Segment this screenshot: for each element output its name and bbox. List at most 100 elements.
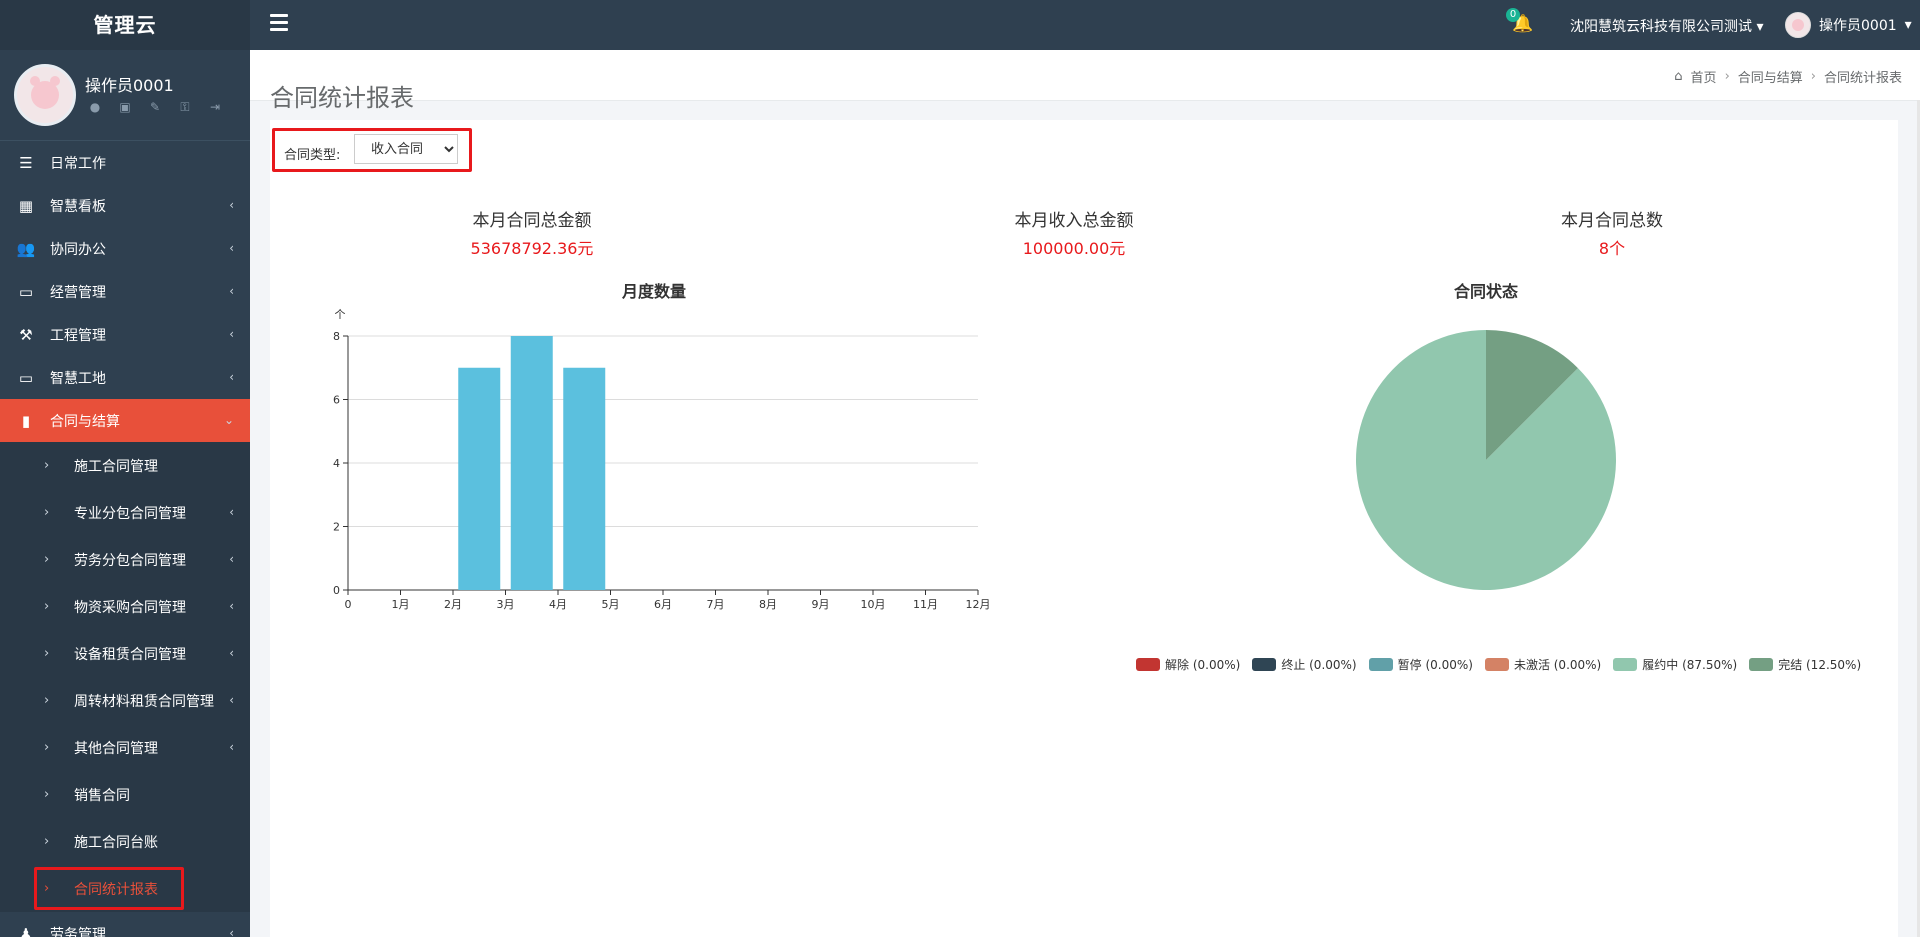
chevron-left-icon: ‹ [229, 646, 234, 660]
submenu-item[interactable]: › 专业分包合同管理 ‹ [0, 489, 250, 536]
menu-item-smart-site[interactable]: ▭ 智慧工地 ‹ [0, 356, 250, 399]
x-tick-label: 12月 [966, 598, 991, 610]
submenu-item[interactable]: › 劳务分包合同管理 ‹ [0, 536, 250, 583]
menu-item-contract-settlement[interactable]: ▮ 合同与结算 ⌄ [0, 399, 250, 442]
dashboard-icon: ▦ [18, 196, 34, 215]
menu-item-smart-dashboard[interactable]: ▦ 智慧看板 ‹ [0, 184, 250, 227]
file-icon: ▮ [21, 411, 31, 430]
chevron-left-icon: ‹ [229, 284, 234, 298]
chevron-right-icon: › [44, 787, 50, 802]
menu-item-label: 智慧看板 [50, 198, 106, 215]
bar [510, 336, 553, 590]
users-icon: 👥 [16, 239, 36, 258]
chevron-down-icon: ⌄ [223, 413, 234, 427]
menu-item-label: 经营管理 [50, 284, 106, 301]
legend-item[interactable]: 履约中 (87.50%) [1613, 656, 1737, 673]
x-tick-label: 1月 [392, 598, 410, 610]
legend-label: 暂停 (0.00%) [1397, 658, 1473, 672]
avatar[interactable] [14, 64, 76, 126]
hamburger-menu-icon[interactable] [270, 14, 288, 36]
chevron-right-icon: › [44, 552, 50, 567]
x-tick-label: 2月 [444, 598, 462, 610]
worker-icon: ♟ [19, 924, 33, 937]
chevron-left-icon: ‹ [229, 740, 234, 754]
breadcrumb-current: 合同统计报表 [1823, 71, 1902, 86]
stat-value: 53678792.36元 [470, 239, 594, 258]
submenu-item[interactable]: › 施工合同管理 [0, 442, 250, 489]
key-icon[interactable]: ⚿ [178, 100, 192, 115]
submenu-item[interactable]: › 施工合同台账 [0, 818, 250, 865]
submenu-item[interactable]: › 其他合同管理 ‹ [0, 724, 250, 771]
menu-item-label: 合同与结算 [50, 413, 120, 430]
gavel-icon: ⚒ [19, 325, 33, 344]
menu-item-label: 工程管理 [50, 327, 106, 344]
contract-submenu: › 施工合同管理 › 专业分包合同管理 ‹ › 劳务分包合同管理 ‹ › 物资采… [0, 442, 250, 912]
contract-type-select[interactable]: 收入合同 [354, 134, 458, 164]
stat-label: 本月合同总金额 [472, 211, 592, 231]
chevron-right-icon: › [44, 505, 50, 520]
x-tick-label: 9月 [812, 598, 830, 610]
stat-label: 本月合同总数 [1561, 211, 1663, 231]
legend-swatch [1252, 658, 1277, 671]
breadcrumb-section[interactable]: 合同与结算 [1738, 67, 1803, 86]
caret-down-icon: ▾ [1904, 17, 1912, 33]
legend-item[interactable]: 解除 (0.00%) [1136, 656, 1240, 673]
submenu-item[interactable]: › 物资采购合同管理 ‹ [0, 583, 250, 630]
legend-item[interactable]: 暂停 (0.00%) [1368, 656, 1473, 673]
chevron-right-icon: › [44, 599, 50, 614]
x-tick-label: 0 [345, 598, 352, 610]
legend-item[interactable]: 终止 (0.00%) [1252, 656, 1357, 673]
x-tick-label: 6月 [654, 598, 672, 610]
menu-item-collab-office[interactable]: 👥 协同办公 ‹ [0, 227, 250, 270]
breadcrumb-separator: › [1810, 69, 1816, 84]
legend-label: 解除 (0.00%) [1165, 658, 1241, 672]
submenu-item-current[interactable]: › 合同统计报表 [0, 865, 250, 912]
highlight-box [34, 867, 184, 910]
submenu-item-label: 施工合同台账 [74, 834, 158, 851]
home-icon: ⌂ [1674, 69, 1683, 84]
chevron-left-icon: ‹ [229, 926, 234, 937]
chevron-left-icon: ‹ [229, 370, 234, 384]
submenu-item-label: 施工合同管理 [74, 458, 158, 475]
y-tick-label: 4 [333, 457, 340, 470]
menu-item-daily-work[interactable]: ☰ 日常工作 [0, 141, 250, 184]
desktop-icon: ▭ [18, 368, 34, 387]
submenu-item[interactable]: › 设备租赁合同管理 ‹ [0, 630, 250, 677]
company-dropdown[interactable]: 沈阳慧筑云科技有限公司测试 ▾ [1570, 16, 1763, 36]
legend-label: 履约中 (87.50%) [1642, 658, 1738, 672]
stat-value: 100000.00元 [1022, 239, 1126, 258]
legend-label: 未激活 (0.00%) [1513, 658, 1602, 672]
pie-legend: 解除 (0.00%) 终止 (0.00%) 暂停 (0.00%) 未激活 (0.00%… [1136, 656, 1861, 673]
x-tick-label: 10月 [861, 598, 886, 610]
x-tick-label: 11月 [913, 598, 938, 610]
submenu-item[interactable]: › 销售合同 [0, 771, 250, 818]
bar [458, 367, 501, 590]
contract-type-label: 合同类型: [284, 148, 341, 163]
sidebar: 管理云 操作员0001 ● ▣ ✎ ⚿ ⇥ ☰ 日常工作 ▦ 智慧看板 ‹ 👥 … [0, 0, 250, 937]
submenu-item[interactable]: › 周转材料租赁合同管理 ‹ [0, 677, 250, 724]
submenu-item-label: 专业分包合同管理 [74, 505, 186, 522]
monthly-count-bar-chart: 个 0 2 4 6 8 0 1月 2月 3月 4月 5月 6月 7月 8月 9月 10月 11月 12月 [333, 308, 991, 610]
stat-value: 8个 [1598, 239, 1626, 258]
legend-swatch [1613, 658, 1638, 671]
bar [563, 367, 606, 590]
edit-icon[interactable]: ✎ [148, 100, 162, 115]
breadcrumb-home[interactable]: 首页 [1691, 67, 1717, 86]
menu-item-labor-mgmt[interactable]: ♟ 劳务管理 ‹ [0, 912, 250, 937]
contract-status-pie-chart [1356, 330, 1616, 590]
submenu-item-label: 劳务分包合同管理 [74, 552, 186, 569]
legend-item[interactable]: 完结 (12.50%) [1749, 656, 1861, 673]
x-tick-label: 5月 [602, 598, 620, 610]
legend-item[interactable]: 未激活 (0.00%) [1484, 656, 1602, 673]
user-dropdown[interactable]: 操作员0001 ▾ [1785, 12, 1912, 38]
user-icon[interactable]: ● [88, 100, 102, 115]
id-card-icon[interactable]: ▣ [118, 100, 132, 115]
menu-item-project-mgmt[interactable]: ⚒ 工程管理 ‹ [0, 313, 250, 356]
avatar [1785, 12, 1811, 38]
logout-icon[interactable]: ⇥ [208, 100, 222, 115]
menu-item-business-mgmt[interactable]: ▭ 经营管理 ‹ [0, 270, 250, 313]
page-title: 合同统计报表 [270, 83, 414, 112]
report-panel: 合同类型: 收入合同 本月合同总金额 53678792.36元 本月收入总金额 … [270, 120, 1898, 937]
user-profile: 操作员0001 ● ▣ ✎ ⚿ ⇥ [0, 50, 250, 141]
top-navbar: 🔔 0 沈阳慧筑云科技有限公司测试 ▾ 操作员0001 ▾ [250, 0, 1920, 50]
